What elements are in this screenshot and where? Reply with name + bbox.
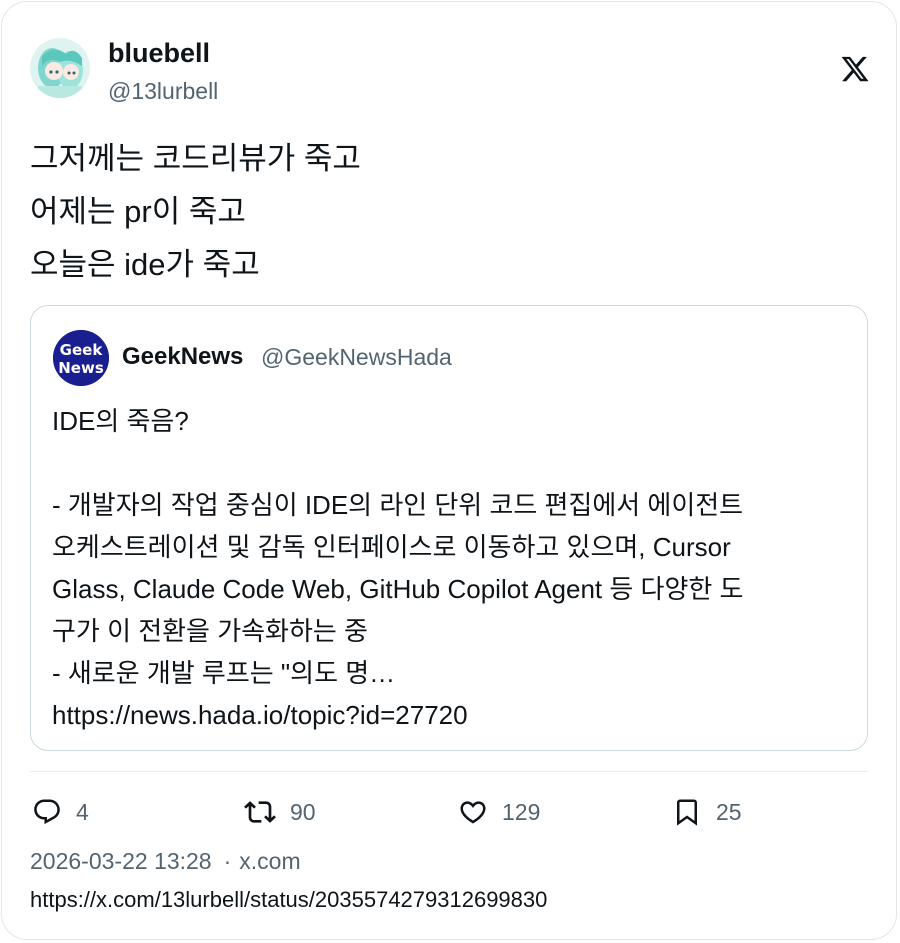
geeknews-logo-top: Geek bbox=[60, 341, 104, 359]
geeknews-avatar[interactable]: Geek News bbox=[53, 330, 109, 386]
status-url[interactable]: https://x.com/13lurbell/status/203557427… bbox=[30, 885, 547, 915]
quoted-line: IDE의 죽음? bbox=[52, 406, 189, 436]
reply-count: 4 bbox=[76, 798, 89, 825]
quoted-line: - 개발자의 작업 중심이 IDE의 라인 단위 코드 편집에서 에이전트 bbox=[52, 490, 744, 520]
quoted-line: Glass, Claude Code Web, GitHub Copilot A… bbox=[52, 574, 744, 604]
quoted-tweet-card[interactable]: Geek News GeekNews @GeekNewsHada IDE의 죽음… bbox=[30, 305, 868, 751]
tweet-line: 오늘은 ide가 죽고 bbox=[30, 247, 260, 282]
geeknews-logo-bottom: News bbox=[58, 359, 104, 377]
source-link[interactable]: x.com bbox=[239, 848, 300, 874]
repost-count: 90 bbox=[290, 798, 316, 825]
repost-button[interactable]: 90 bbox=[244, 792, 316, 832]
reply-button[interactable]: 4 bbox=[32, 792, 89, 832]
heart-icon bbox=[460, 801, 486, 824]
author-avatar[interactable] bbox=[30, 38, 90, 98]
tweet-line: 그저께는 코드리뷰가 죽고 bbox=[30, 141, 361, 176]
bookmark-count: 25 bbox=[716, 798, 742, 825]
quoted-author-name[interactable]: GeekNews bbox=[122, 342, 243, 372]
quoted-link[interactable]: https://news.hada.io/topic?id=27720 bbox=[52, 694, 852, 736]
quoted-line bbox=[52, 442, 852, 484]
bookmark-button[interactable]: 25 bbox=[672, 792, 742, 832]
tweet-meta: 2026-03-22 13:28 · x.com bbox=[30, 846, 301, 876]
author-handle[interactable]: @13lurbell bbox=[108, 76, 218, 106]
meta-separator: · bbox=[223, 848, 232, 874]
quoted-line: 오케스트레이션 및 감독 인터페이스로 이동하고 있으며, Cursor bbox=[52, 532, 731, 562]
timestamp[interactable]: 2026-03-22 13:28 bbox=[30, 848, 212, 874]
geeknews-logo-icon: Geek News bbox=[53, 330, 109, 386]
bookmark-icon bbox=[677, 799, 697, 826]
tweet-text: 그저께는 코드리뷰가 죽고 어제는 pr이 죽고 오늘은 ide가 죽고 bbox=[30, 132, 860, 291]
repost-icon bbox=[244, 801, 276, 823]
anime-avatar-icon bbox=[30, 38, 90, 98]
like-count: 129 bbox=[502, 798, 541, 825]
quoted-author-handle[interactable]: @GeekNewsHada bbox=[261, 342, 452, 372]
divider bbox=[30, 771, 868, 772]
quoted-line: 구가 이 전환을 가속화하는 중 bbox=[52, 616, 368, 646]
author-display-name[interactable]: bluebell bbox=[108, 36, 210, 70]
like-button[interactable]: 129 bbox=[458, 792, 540, 832]
tweet-line: 어제는 pr이 죽고 bbox=[30, 194, 246, 229]
x-logo-icon[interactable] bbox=[840, 54, 870, 84]
reply-icon bbox=[34, 799, 60, 825]
quoted-tweet-text: IDE의 죽음? - 개발자의 작업 중심이 IDE의 라인 단위 코드 편집에… bbox=[52, 400, 852, 736]
quoted-line: - 새로운 개발 루프는 "의도 명… bbox=[52, 658, 396, 688]
